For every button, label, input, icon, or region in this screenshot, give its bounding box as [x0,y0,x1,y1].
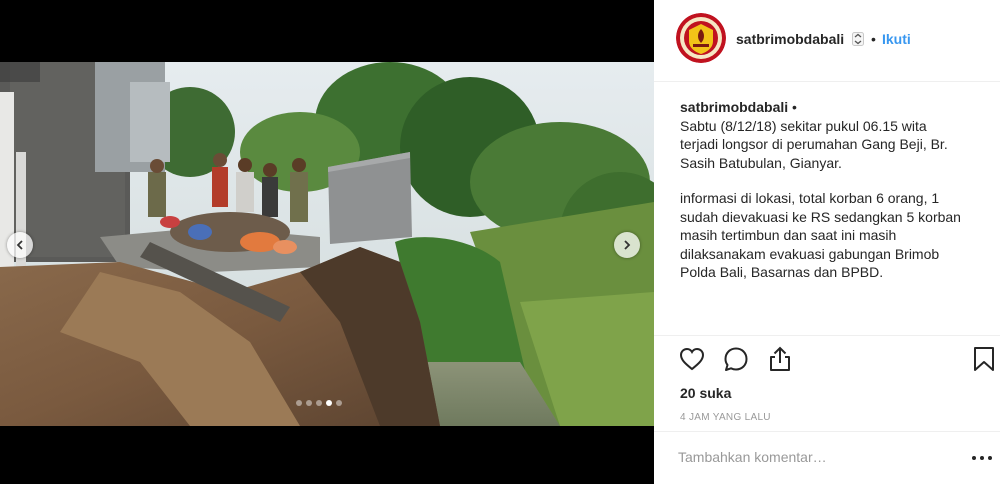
caption-separator: • [788,99,797,115]
caption-text-2: informasi di lokasi, total korban 6 oran… [680,190,961,280]
carousel-dot [306,400,312,406]
likes-count[interactable]: 20 suka [680,385,731,401]
carousel-dot [296,400,302,406]
add-comment-section [654,431,1000,484]
follow-button[interactable]: Ikuti [882,31,911,47]
more-options-icon[interactable] [970,454,994,462]
caption-first-paragraph: satbrimobdabali • Sabtu (8/12/18) sekita… [680,98,984,172]
post-caption: satbrimobdabali • Sabtu (8/12/18) sekita… [680,98,984,282]
carousel-indicator [296,400,342,406]
bookmark-icon[interactable] [970,345,998,373]
post-photo[interactable] [0,62,654,426]
comment-icon[interactable] [722,345,750,373]
carousel-dot [336,400,342,406]
next-slide-button[interactable] [614,232,640,258]
chevron-left-icon [16,240,23,250]
post-media [0,0,654,484]
landslide-photo [0,62,654,426]
comment-input[interactable] [678,446,938,468]
caption-username[interactable]: satbrimobdabali [680,99,788,115]
post-timestamp[interactable]: 4 JAM YANG LALU [680,412,771,423]
brimob-logo [676,13,726,63]
share-icon[interactable] [766,345,794,373]
avatar[interactable] [676,13,726,63]
previous-slide-button[interactable] [7,232,33,258]
heart-icon[interactable] [678,345,706,373]
carousel-dot [326,400,332,406]
post-actions: 20 suka 4 JAM YANG LALU [654,335,1000,431]
caption-text-1: Sabtu (8/12/18) sekitar pukul 06.15 wita… [680,117,948,171]
chevron-right-icon [624,240,631,250]
verified-icon [852,32,864,46]
carousel-dot [316,400,322,406]
post-author-username[interactable]: satbrimobdabali [736,31,844,47]
post-sidebar: satbrimobdabali • Ikuti satbrimobdabali … [654,0,1000,484]
post-header: satbrimobdabali • Ikuti [654,0,1000,82]
header-separator: • [871,31,876,47]
